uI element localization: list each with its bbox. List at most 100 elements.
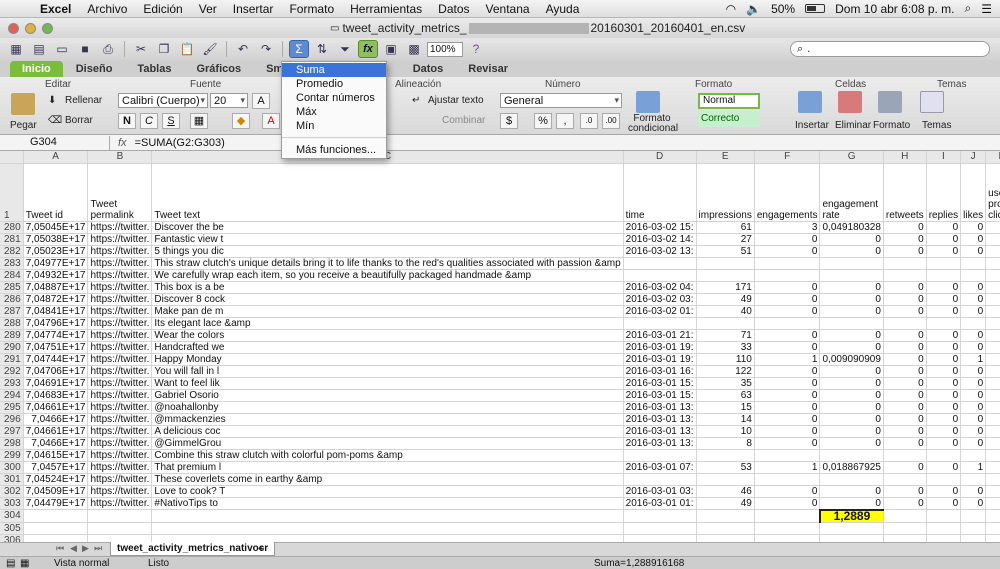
column-title-cell[interactable]: Tweet id [23,163,89,222]
search-input-value[interactable]: . [807,43,810,55]
cell[interactable] [926,257,962,270]
cell[interactable] [819,534,884,542]
cell[interactable]: 2016-03-01 03: [623,485,697,498]
cell[interactable]: 0 [754,389,821,402]
cell[interactable]: 7,04774E+17 [23,329,89,342]
cell[interactable]: 0 [819,437,884,450]
cell[interactable]: 14 [696,413,755,426]
cell[interactable]: 0 [754,341,821,354]
sheet-tab-active[interactable]: tweet_activity_metrics_nativocr [110,542,276,556]
cell[interactable]: https://twitter. [87,341,153,354]
cell[interactable]: 0 [883,413,927,426]
cell[interactable]: 7,0466E+17 [23,437,89,450]
cell[interactable]: 0 [926,353,962,366]
cell[interactable]: https://twitter. [87,245,153,258]
row-header[interactable]: 285 [0,281,24,294]
cell[interactable]: 0 [985,221,1000,234]
cell[interactable] [623,473,697,486]
cell[interactable]: https://twitter. [87,293,153,306]
cell[interactable]: 0 [985,485,1000,498]
cell[interactable] [23,509,89,523]
cell[interactable]: 2016-03-01 13: [623,425,697,438]
menu-edicion[interactable]: Edición [135,2,190,16]
tab-datos[interactable]: Datos [401,61,456,77]
cell[interactable]: https://twitter. [87,305,153,318]
help-icon[interactable]: ? [466,40,486,58]
menu-item-min[interactable]: Mín [282,119,386,133]
cell[interactable]: 0 [883,221,927,234]
cell[interactable]: That premium l [151,461,624,474]
cell[interactable]: 46 [696,485,755,498]
cell[interactable]: 0 [883,389,927,402]
cell[interactable]: https://twitter. [87,257,153,270]
cell[interactable]: 0 [754,437,821,450]
cell[interactable]: 2016-03-02 13: [623,245,697,258]
menu-item-mas-funciones[interactable]: Más funciones... [282,143,386,157]
menu-datos[interactable]: Datos [430,2,477,16]
cell[interactable]: 0 [926,281,962,294]
cell[interactable]: 40 [696,305,755,318]
column-header[interactable]: D [623,151,697,164]
column-header[interactable]: A [23,151,89,164]
cell[interactable]: 10 [696,425,755,438]
cell[interactable] [883,269,927,282]
filter-icon[interactable]: ⏷ [335,40,355,58]
fill-button[interactable]: Rellenar [65,95,102,106]
cell[interactable] [883,257,927,270]
cell[interactable]: 1 [960,353,987,366]
menu-app-name[interactable]: Excel [32,2,79,16]
cell[interactable]: 0 [960,233,987,246]
close-window-button[interactable] [8,22,19,34]
cell[interactable] [151,534,624,542]
cell[interactable]: 5 things you dic [151,245,624,258]
cell[interactable]: 0 [985,281,1000,294]
cell[interactable] [87,522,153,535]
cell[interactable]: 0 [883,353,927,366]
cell[interactable] [87,509,153,523]
prev-sheet-icon[interactable]: ◀ [70,543,77,554]
cell[interactable]: 2016-03-01 01: [623,497,697,510]
cell[interactable]: 0 [960,425,987,438]
search-field[interactable]: ⌕ . [790,41,990,57]
cell[interactable]: 0 [985,425,1000,438]
cell[interactable] [960,269,987,282]
row-header[interactable]: 281 [0,233,24,246]
cell[interactable]: 0 [960,377,987,390]
cell[interactable]: 0 [926,305,962,318]
cell[interactable]: 0 [883,425,927,438]
cell[interactable]: You will fall in l [151,365,624,378]
cell[interactable]: 0 [883,401,927,414]
cell[interactable]: 0 [754,245,821,258]
cell[interactable] [985,509,1000,523]
cell[interactable] [754,317,821,330]
battery-icon[interactable] [805,4,826,13]
cell[interactable]: 0 [926,377,962,390]
cell[interactable]: 0 [754,233,821,246]
bold-button[interactable]: N [118,113,136,129]
themes-icon[interactable] [920,91,944,113]
row-header[interactable]: 290 [0,341,24,354]
wifi-icon[interactable]: ◠ [726,2,736,16]
cell[interactable]: 0 [754,401,821,414]
cell[interactable]: 0 [819,365,884,378]
cell[interactable]: 7,04744E+17 [23,353,89,366]
cell[interactable] [883,534,927,542]
cell[interactable]: 0 [883,341,927,354]
cell[interactable]: 2016-03-01 13: [623,401,697,414]
cell[interactable] [985,522,1000,535]
cell[interactable] [926,473,962,486]
paste-icon[interactable]: 📋 [177,40,197,58]
column-header[interactable]: I [926,151,962,164]
cell[interactable]: 0 [754,329,821,342]
cell[interactable]: 0 [819,377,884,390]
comma-style-icon[interactable]: , [556,113,574,129]
autosum-icon[interactable]: Σ [289,40,309,58]
cell[interactable]: https://twitter. [87,269,153,282]
cell[interactable]: 0 [819,329,884,342]
cell[interactable]: 0 [883,245,927,258]
cell[interactable]: https://twitter. [87,437,153,450]
cell[interactable]: 7,04887E+17 [23,281,89,294]
cell[interactable]: Love to cook? T [151,485,624,498]
cell[interactable]: 0 [926,233,962,246]
paste-button[interactable]: Pegar [10,120,37,131]
